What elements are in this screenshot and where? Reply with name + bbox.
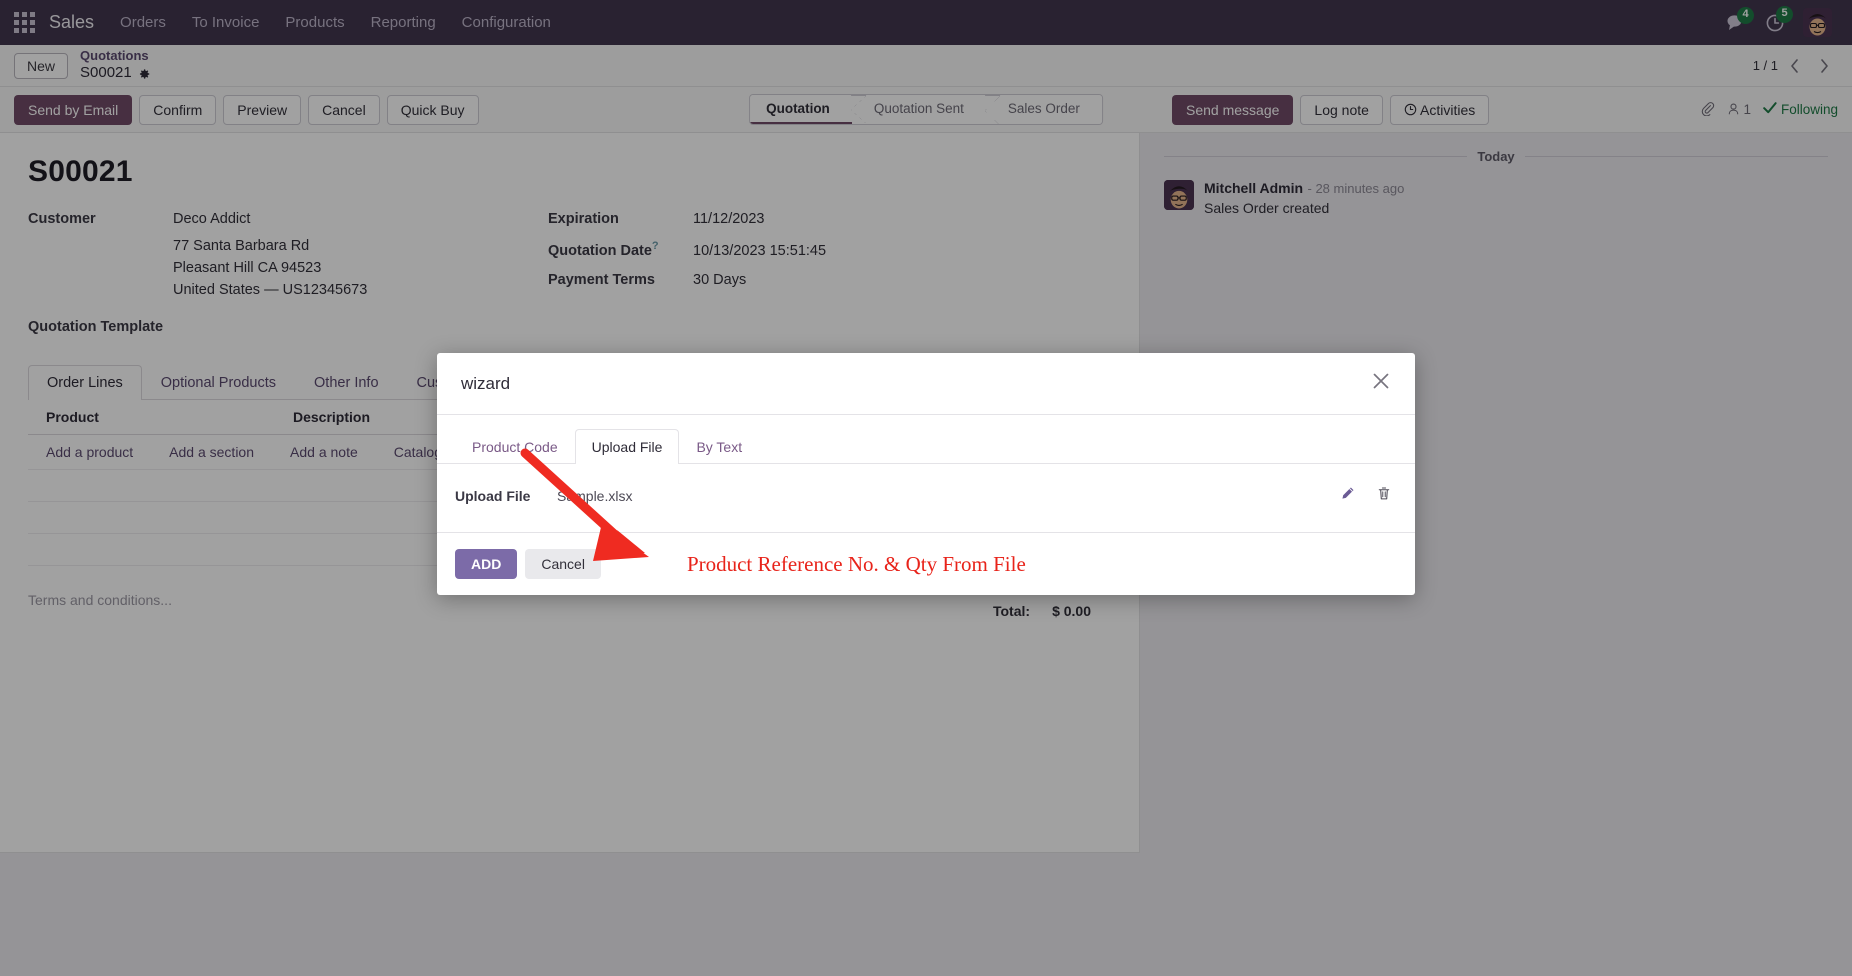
annotation-text: Product Reference No. & Qty From File <box>686 551 1026 576</box>
modal-tab-by-text[interactable]: By Text <box>679 429 759 464</box>
add-button[interactable]: ADD <box>455 549 518 579</box>
wizard-modal: wizard Product Code Upload File By Text … <box>437 353 1415 595</box>
modal-title: wizard <box>461 373 511 393</box>
modal-tab-upload-file[interactable]: Upload File <box>574 429 680 464</box>
trash-icon[interactable] <box>1377 486 1391 506</box>
modal-body: Product Code Upload File By Text Upload … <box>437 415 1415 533</box>
modal-tab-product-code[interactable]: Product Code <box>455 429 575 464</box>
modal-tabs: Product Code Upload File By Text <box>437 415 1415 464</box>
upload-file-label: Upload File <box>455 488 531 504</box>
upload-file-field-row: Upload File Sample.xlsx <box>437 464 1415 533</box>
upload-file-name[interactable]: Sample.xlsx <box>557 488 632 504</box>
close-icon[interactable] <box>1371 371 1391 396</box>
upload-file-icons <box>1340 486 1391 506</box>
odoo-sales-app: Sales Orders To Invoice Products Reporti… <box>0 0 1852 976</box>
modal-footer: ADD Cancel Product Reference No. & Qty F… <box>437 533 1415 595</box>
pencil-icon[interactable] <box>1340 486 1355 506</box>
modal-header: wizard <box>437 353 1415 415</box>
modal-cancel-button[interactable]: Cancel <box>525 549 601 579</box>
